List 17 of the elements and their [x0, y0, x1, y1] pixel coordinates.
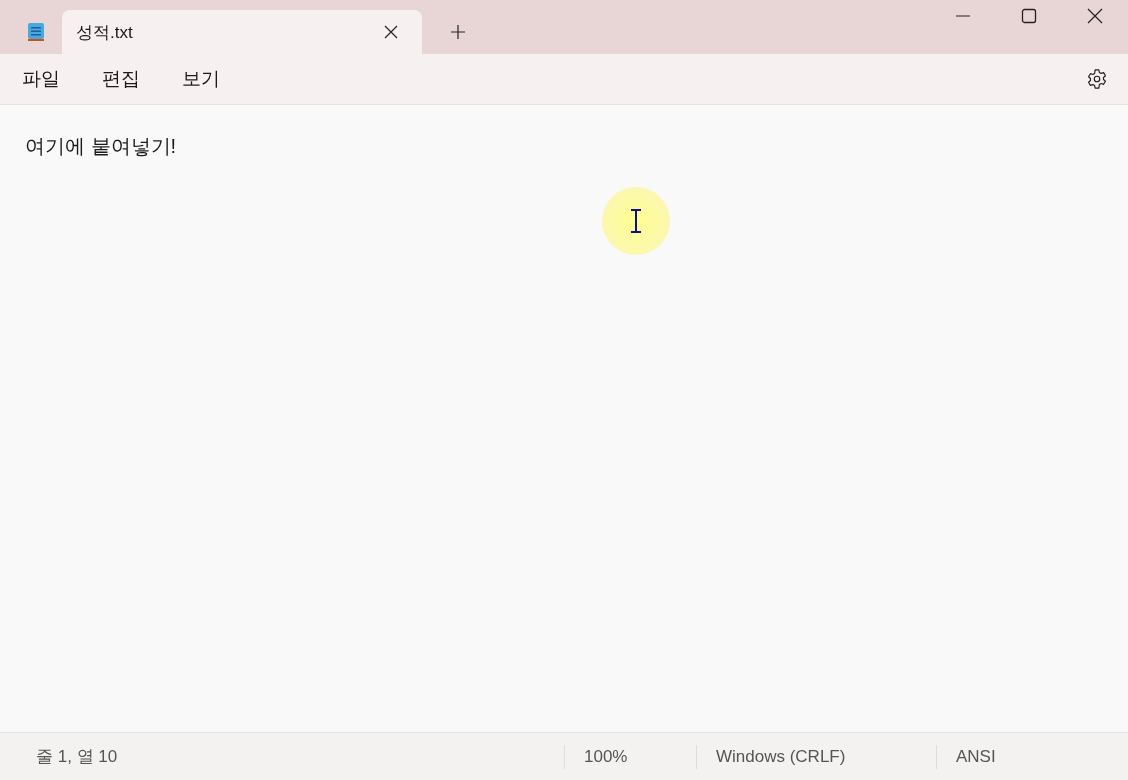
close-tab-icon[interactable]	[384, 25, 398, 39]
new-tab-icon[interactable]	[450, 24, 466, 40]
editor-text: 여기에 붙여넣기!	[24, 134, 178, 159]
menu-item[interactable]: 편집	[102, 66, 140, 92]
encoding: ANSI	[936, 744, 996, 769]
settings-icon[interactable]	[1086, 68, 1108, 90]
menu-item[interactable]: 파일	[22, 66, 60, 92]
tab[interactable]: 성적.txt	[62, 10, 422, 54]
cursor-highlight-icon	[601, 186, 671, 256]
cursor-position: 줄 1, 열 10	[35, 746, 119, 768]
close-icon[interactable]	[1087, 8, 1103, 24]
notepad-icon	[26, 22, 46, 42]
maximize-icon[interactable]	[1021, 8, 1037, 24]
zoom-level: 100%	[564, 744, 696, 769]
tab-title: 성적.txt	[76, 21, 134, 44]
menu-item[interactable]: 보기	[182, 66, 220, 92]
line-ending: Windows (CRLF)	[696, 744, 936, 769]
